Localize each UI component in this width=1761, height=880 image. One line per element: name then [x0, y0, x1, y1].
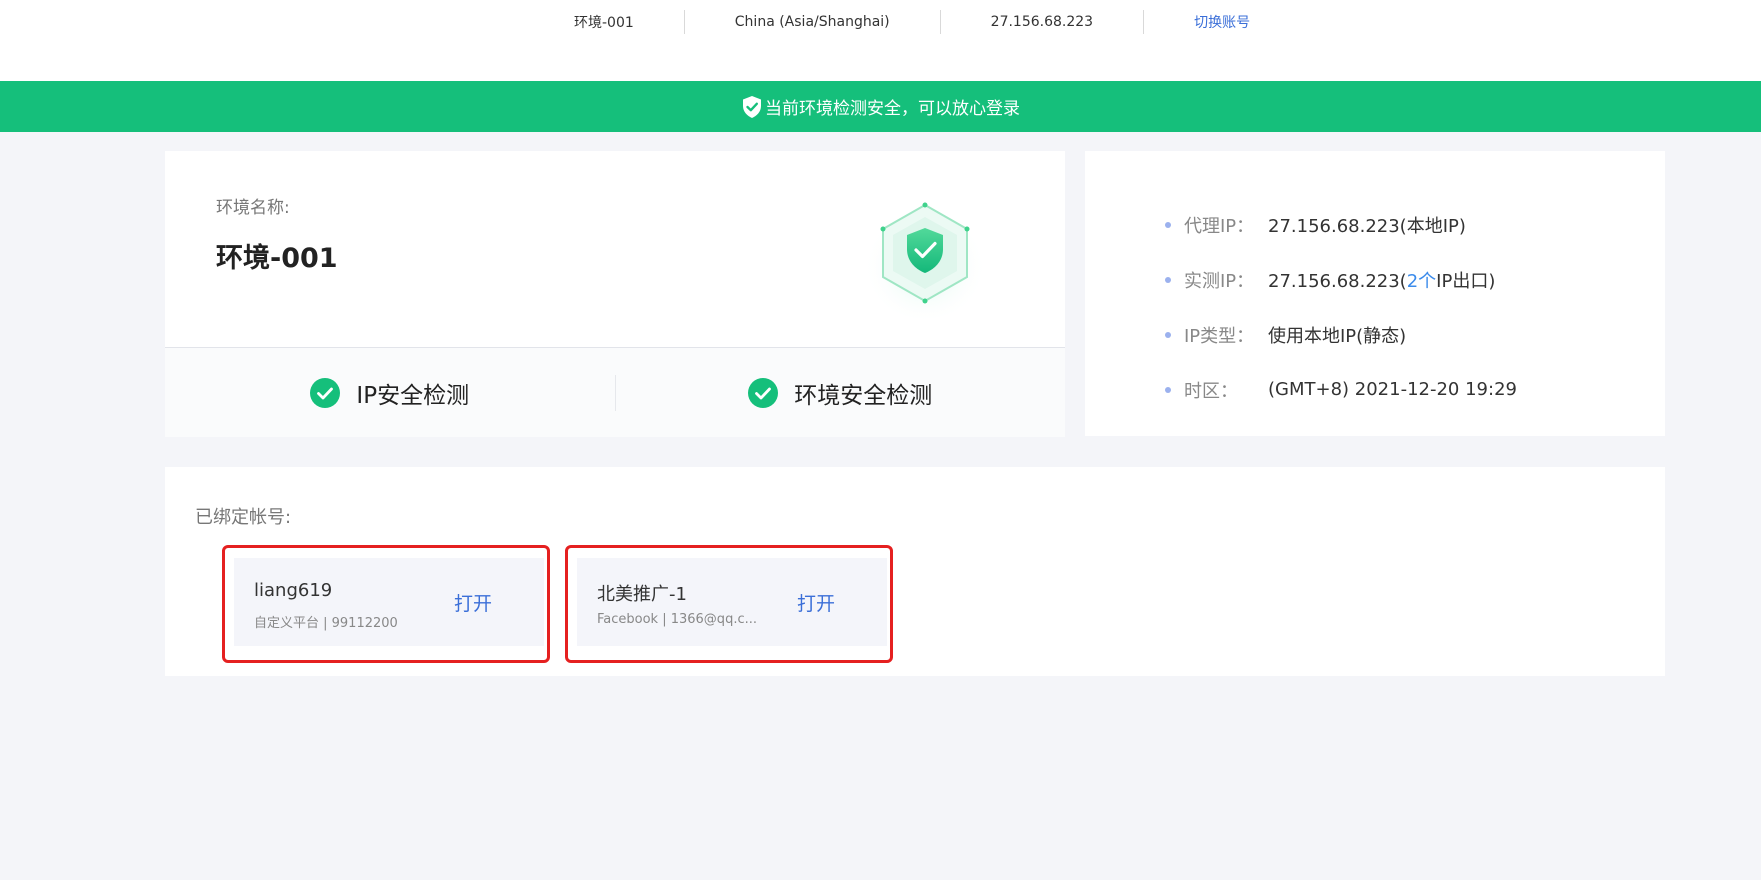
info-value: 27.156.68.223(2个IP出口) [1268, 267, 1495, 293]
proxy-ip-row: 代理IP： 27.156.68.223(本地IP) [1165, 197, 1517, 252]
top-bar: 环境-001 China (Asia/Shanghai) 27.156.68.2… [0, 0, 1761, 81]
measured-ip-suffix: IP出口) [1436, 270, 1496, 292]
env-name-text: 环境-001 [574, 15, 634, 31]
account-item: 北美推广-1 Facebook | 1366@qq.c... 打开 [565, 545, 893, 663]
ip-security-check: IP安全检测 [165, 376, 615, 410]
switch-account-link[interactable]: 切换账号 [1144, 12, 1300, 32]
info-key: 代理IP： [1184, 215, 1255, 237]
open-button[interactable]: 打开 [797, 589, 835, 616]
env-security-check: 环境安全检测 [616, 376, 1066, 410]
account-card: liang619 自定义平台 | 99112200 打开 [234, 558, 544, 646]
ip-type-row: IP类型： 使用本地IP(静态) [1165, 307, 1517, 362]
account-sub: 自定义平台 | 99112200 [254, 616, 398, 631]
info-key: IP类型： [1184, 325, 1255, 347]
info-value: 使用本地IP(静态) [1268, 325, 1407, 347]
env-label: 环境名称: [216, 198, 290, 218]
bullet-dot [1165, 276, 1171, 283]
env-summary: 环境-001 China (Asia/Shanghai) 27.156.68.2… [536, 8, 1300, 36]
bullet-dot [1165, 386, 1171, 393]
ip-info-card: 代理IP： 27.156.68.223(本地IP) 实测IP： 27.156.6… [1085, 151, 1665, 436]
info-key: 实测IP： [1184, 270, 1255, 292]
ip-info-list: 代理IP： 27.156.68.223(本地IP) 实测IP： 27.156.6… [1165, 197, 1517, 417]
banner-text: 当前环境检测安全，可以放心登录 [765, 99, 1020, 119]
account-item: liang619 自定义平台 | 99112200 打开 [222, 545, 550, 663]
shield-check-icon [743, 95, 761, 118]
bullet-dot [1165, 331, 1171, 338]
ip-exit-count-link[interactable]: 2个 [1407, 271, 1436, 292]
check-label: IP安全检测 [356, 382, 470, 409]
info-value: (GMT+8) 2021-12-20 19:29 [1268, 379, 1517, 400]
check-circle-icon [748, 377, 779, 408]
env-card: 环境名称: 环境-001 IP安全检测 环境安全检测 [165, 151, 1065, 437]
info-value: 27.156.68.223(本地IP) [1268, 215, 1466, 237]
timezone-row: 时区： (GMT+8) 2021-12-20 19:29 [1165, 362, 1517, 417]
check-results: IP安全检测 环境安全检测 [165, 347, 1065, 437]
measured-ip-text: 27.156.68.223( [1268, 270, 1407, 292]
timezone-text: China (Asia/Shanghai) [734, 14, 890, 30]
check-label: 环境安全检测 [794, 382, 933, 409]
account-name: 北美推广-1 [597, 584, 687, 605]
info-key: 时区： [1184, 380, 1238, 402]
security-shield-icon [863, 202, 987, 319]
account-card: 北美推广-1 Facebook | 1366@qq.c... 打开 [577, 558, 887, 646]
bullet-dot [1165, 221, 1171, 228]
env-name: 环境-001 [216, 243, 338, 274]
account-name: liang619 [254, 580, 333, 601]
account-sub: Facebook | 1366@qq.c... [597, 612, 757, 627]
security-banner: 当前环境检测安全，可以放心登录 [0, 81, 1761, 132]
bound-accounts-title: 已绑定帐号: [195, 507, 292, 528]
check-circle-icon [310, 377, 341, 408]
bound-accounts-card: 已绑定帐号: liang619 自定义平台 | 99112200 打开 北美推广… [165, 467, 1665, 676]
open-button[interactable]: 打开 [454, 589, 492, 616]
ip-text: 27.156.68.223 [990, 14, 1094, 30]
measured-ip-row: 实测IP： 27.156.68.223(2个IP出口) [1165, 252, 1517, 307]
